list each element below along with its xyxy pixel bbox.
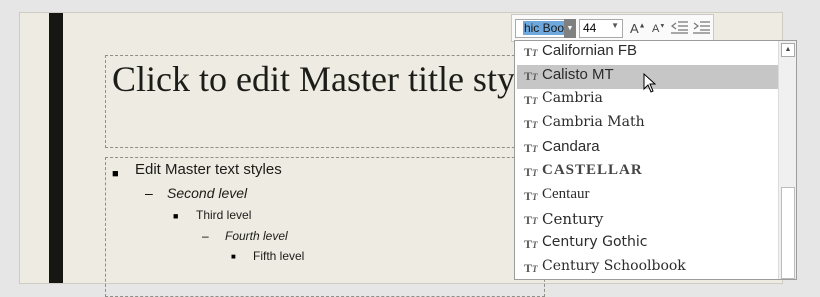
font-item-label: CASTELLAR [542,162,643,178]
font-item-label: Candara [542,138,600,155]
decrease-indent-icon [671,21,688,34]
font-item[interactable]: TT Century Gothic [517,233,780,257]
truetype-icon: TT [524,69,538,83]
decorative-bar [49,13,63,283]
font-name-dropdown-button[interactable]: ▼ [564,19,576,38]
font-item-label: Centaur [542,186,590,202]
font-item[interactable]: TT Californian FB [517,41,780,65]
body-placeholder[interactable]: ■ Edit Master text styles – Second level… [105,157,545,297]
scroll-up-icon[interactable]: ▲ [781,43,795,57]
level2-text: Second level [167,185,248,201]
font-item-label: Calisto MT [542,66,614,83]
level4-text: Fourth level [225,229,288,243]
grow-font-button[interactable]: A▲ [630,21,646,36]
level1-text: Edit Master text styles [135,161,282,178]
truetype-icon: TT [524,189,538,203]
title-text: Click to edit Master title styles [112,59,545,99]
level3-bullet: ■ [173,211,179,221]
font-item-label: Century Gothic [542,234,648,250]
decrease-indent-button[interactable] [671,21,688,37]
font-item[interactable]: TT Candara [517,137,780,161]
truetype-icon: TT [524,237,538,251]
font-item-label: Century Schoolbook [542,258,686,274]
font-item-label: Century [542,210,604,228]
truetype-icon: TT [524,213,538,227]
font-item-selected[interactable]: TT Calisto MT [517,65,780,93]
vertical-scrollbar[interactable]: ▲ [778,41,796,279]
increase-indent-button[interactable] [693,21,710,37]
font-item[interactable]: TT CASTELLAR [517,161,780,185]
font-item[interactable]: TT Cambria Math [517,113,780,137]
font-size-value: 44 [583,21,597,35]
truetype-icon: TT [524,141,538,155]
level4-bullet: – [202,229,209,243]
truetype-icon: TT [524,93,538,107]
level3-text: Third level [196,208,252,222]
font-item[interactable]: TT Centaur [517,185,780,209]
font-item-label: Cambria [542,90,603,106]
truetype-icon: TT [524,261,538,275]
font-item[interactable]: TT Century Schoolbook [517,257,780,279]
level2-bullet: – [145,185,153,201]
scrollbar-thumb[interactable] [781,187,795,279]
font-item-label: Cambria Math [542,114,645,130]
truetype-icon: TT [524,165,538,179]
chevron-down-icon[interactable]: ▼ [611,21,619,30]
font-size-combobox[interactable]: 44 ▼ [579,19,623,38]
font-toolbar: hic Book ▼ 44 ▼ A▲ A▼ [511,14,714,42]
level5-text: Fifth level [253,249,305,263]
font-dropdown-list[interactable]: TT Californian FB TT Calisto MT TT Cambr… [514,40,797,280]
increase-indent-icon [693,21,710,34]
level5-bullet: ■ [231,252,236,261]
shrink-font-button[interactable]: A▼ [652,23,665,35]
truetype-icon: TT [524,45,538,59]
level1-bullet: ■ [112,168,119,180]
font-item-label: Californian FB [542,42,638,59]
font-item[interactable]: TT Century [517,209,780,233]
font-item[interactable]: TT Cambria [517,89,780,113]
truetype-icon: TT [524,117,538,131]
title-placeholder[interactable]: Click to edit Master title styles [105,55,545,148]
